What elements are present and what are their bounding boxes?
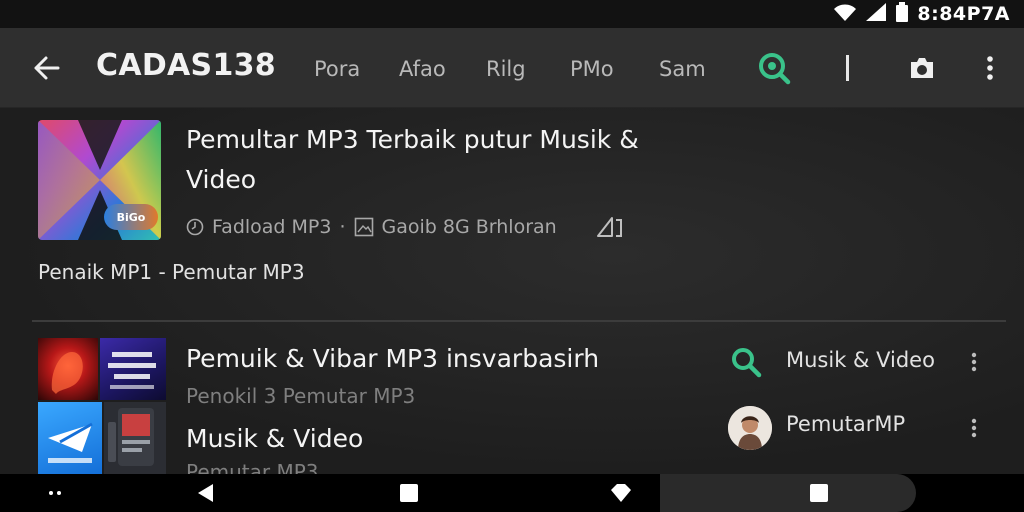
status-time: 8:84P7A	[917, 3, 1010, 25]
search-icon	[732, 348, 762, 378]
item-thumbnail-collage[interactable]	[38, 338, 166, 474]
tab-afao[interactable]: Afao	[399, 57, 446, 81]
status-bar: 8:84P7A	[0, 0, 1024, 28]
nav-dots-button[interactable]	[40, 474, 70, 512]
side-more-button[interactable]	[962, 348, 986, 376]
nav-assistant-button[interactable]	[604, 474, 638, 512]
side-more-button[interactable]	[962, 414, 986, 442]
tab-pora[interactable]: Pora	[314, 57, 360, 81]
signal-icon	[865, 2, 887, 26]
diamond-icon	[611, 484, 631, 502]
camera-icon	[911, 58, 933, 78]
side-item-label[interactable]: PemutarMP	[786, 412, 905, 436]
image-icon	[354, 217, 373, 237]
dots-icon	[49, 491, 61, 495]
collage-tile	[104, 402, 166, 474]
share-icon	[597, 217, 622, 237]
nav-back-button[interactable]	[190, 474, 220, 512]
search-icon	[759, 53, 791, 85]
more-vert-icon	[971, 418, 977, 438]
side-search-button[interactable]	[728, 344, 764, 380]
square-home-icon	[400, 484, 418, 502]
item-subtitle-secondary: Pemutar MP3	[186, 460, 319, 474]
collage-tile	[38, 338, 98, 400]
meta-separator: ·	[339, 216, 346, 238]
item-meta: Fadload MP3 · Gaoib 8G Brhloran	[186, 212, 557, 242]
toolbar-divider	[828, 48, 868, 88]
item-title[interactable]: Pemuik & Vibar MP3 insvarbasirh	[186, 344, 599, 373]
battery-icon	[895, 2, 909, 26]
tab-sam[interactable]: Sam	[659, 57, 706, 81]
square-recents-icon	[810, 484, 828, 502]
nav-pill-background	[660, 474, 916, 512]
more-vert-icon	[971, 352, 977, 372]
item-subtitle: Penokil 3 Pemutar MP3	[186, 384, 416, 408]
triangle-back-icon	[198, 484, 213, 502]
row-divider	[32, 320, 1006, 322]
side-item-label[interactable]: Musik & Video	[786, 348, 935, 372]
item-title[interactable]: Pemultar MP3 Terbaik putur Musik & Video	[186, 120, 686, 200]
item-description: Penaik MP1 - Pemutar MP3	[38, 260, 305, 284]
item-title-secondary[interactable]: Musik & Video	[186, 424, 363, 453]
back-button[interactable]	[28, 50, 64, 86]
more-vert-icon	[987, 56, 993, 80]
nav-recents-button[interactable]	[804, 474, 834, 512]
thumbnail-badge: BiGo	[104, 204, 158, 230]
tab-pmo[interactable]: PMo	[570, 57, 614, 81]
clock-icon	[186, 218, 204, 236]
arrow-left-icon	[34, 56, 60, 80]
item-thumbnail[interactable]: BiGo	[38, 120, 161, 240]
more-menu-button[interactable]	[970, 48, 1010, 88]
nav-home-button[interactable]	[394, 474, 424, 512]
item-source: Fadload MP3	[212, 216, 332, 238]
status-icons: 8:84P7A	[833, 2, 1010, 26]
app-title: CADAS138	[96, 48, 276, 83]
collage-tile	[100, 338, 166, 400]
tab-rilg[interactable]: Rilg	[486, 57, 526, 81]
search-button[interactable]	[754, 48, 794, 88]
system-nav-bar	[0, 474, 1024, 512]
camera-button[interactable]	[902, 48, 942, 88]
wifi-icon	[833, 2, 857, 26]
item-author: Gaoib 8G Brhloran	[381, 216, 557, 238]
collage-tile	[38, 402, 102, 474]
content-list: BiGo Pemultar MP3 Terbaik putur Musik & …	[0, 108, 1024, 474]
share-button[interactable]	[594, 212, 626, 242]
avatar[interactable]	[728, 406, 772, 450]
app-bar: CADAS138 Pora Afao Rilg PMo Sam	[0, 28, 1024, 108]
